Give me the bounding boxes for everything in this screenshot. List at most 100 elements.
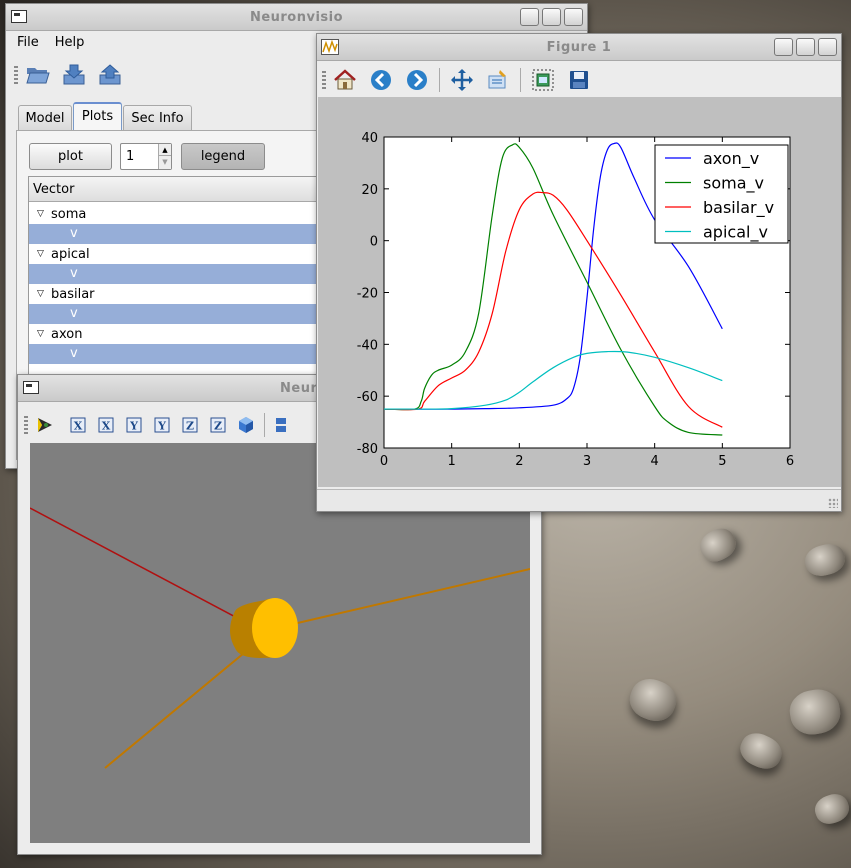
y-view-reverse-icon[interactable]: Y xyxy=(152,411,172,439)
y-tick-label: -40 xyxy=(357,338,378,353)
save-icon[interactable] xyxy=(565,66,593,94)
collapse-arrow-icon[interactable]: ▽ xyxy=(37,249,44,259)
tree-item-label: v xyxy=(70,266,78,281)
y-view-icon[interactable]: Y xyxy=(124,411,144,439)
vector-column-label: Vector xyxy=(33,182,75,197)
close-button[interactable] xyxy=(818,38,837,56)
x-view-label: X xyxy=(74,420,83,433)
tree-item-label: axon xyxy=(51,327,83,342)
export-icon[interactable] xyxy=(96,61,124,89)
legend-label: axon_v xyxy=(703,149,759,169)
orange-dendrite-right xyxy=(275,568,531,629)
figure-status-bar xyxy=(317,489,841,511)
forward-icon[interactable] xyxy=(403,66,431,94)
pan-icon[interactable] xyxy=(448,66,476,94)
z-view-icon[interactable]: Z xyxy=(180,411,200,439)
home-icon[interactable] xyxy=(331,66,359,94)
tab-model[interactable]: Model xyxy=(18,105,72,130)
tab-model-label: Model xyxy=(25,111,65,126)
legend-button-label: legend xyxy=(200,149,246,164)
figure-window-titlebar[interactable]: Figure 1 xyxy=(317,34,841,61)
y-view-label: Y xyxy=(129,420,138,433)
main-window-titlebar[interactable]: Neuronvisio xyxy=(6,4,587,31)
menu-help[interactable]: Help xyxy=(55,35,85,55)
figure-toolbar xyxy=(317,64,841,96)
layout-icon[interactable] xyxy=(273,411,289,439)
x-view-reverse-label: X xyxy=(102,420,111,433)
toolbar-separator xyxy=(439,68,440,92)
legend-button[interactable]: legend xyxy=(181,143,265,170)
z-view-reverse-icon[interactable]: Z xyxy=(208,411,228,439)
plot-button-label: plot xyxy=(58,149,83,164)
zoom-to-rect-icon[interactable] xyxy=(529,66,557,94)
y-tick-label: -80 xyxy=(357,442,378,457)
voltage-line-chart[interactable]: 0 1 2 3 4 5 6 40 20 0 -20 -40 -60 -80 axon_v soma_vbasi… xyxy=(318,97,841,487)
orange-dendrite-left xyxy=(104,638,262,769)
plot-count-value: 1 xyxy=(126,149,135,164)
soma-cylinder xyxy=(230,598,298,658)
window-menu-icon[interactable] xyxy=(23,381,39,394)
maximize-button[interactable] xyxy=(796,38,815,56)
cube-icon[interactable] xyxy=(236,411,256,439)
toolbar-grip[interactable] xyxy=(322,71,326,89)
red-dendrite xyxy=(29,507,259,630)
legend-label: apical_v xyxy=(703,223,768,243)
tree-item-label: apical xyxy=(51,247,90,262)
x-tick-label: 3 xyxy=(583,454,591,469)
figure-window-title: Figure 1 xyxy=(546,40,612,55)
minimize-button[interactable] xyxy=(774,38,793,56)
size-grip[interactable] xyxy=(828,498,838,508)
figure-canvas[interactable]: 0 1 2 3 4 5 6 40 20 0 -20 -40 -60 -80 axon_v soma_v basi… xyxy=(318,97,841,487)
tree-item-label: v xyxy=(70,306,78,321)
tab-sec-info-label: Sec Info xyxy=(131,111,184,126)
pebble-decoration xyxy=(694,523,742,567)
x-tick-label: 1 xyxy=(448,454,456,469)
main-window-title: Neuronvisio xyxy=(249,10,344,25)
open-folder-icon[interactable] xyxy=(24,61,52,89)
toolbar-grip[interactable] xyxy=(14,66,18,84)
y-tick-label: 40 xyxy=(361,131,378,146)
close-button[interactable] xyxy=(564,8,583,26)
collapse-arrow-icon[interactable]: ▽ xyxy=(37,329,44,339)
back-icon[interactable] xyxy=(367,66,395,94)
figure-window: Figure 1 0 1 2 3 4 5 6 40 20 0 -20 -40 -… xyxy=(316,33,842,512)
plot-count-spinbox[interactable]: 1 ▲ ▼ xyxy=(120,143,172,170)
legend-label: soma_v xyxy=(703,174,764,194)
tree-item-label: v xyxy=(70,226,78,241)
menu-file[interactable]: File xyxy=(17,35,39,55)
x-tick-label: 4 xyxy=(651,454,659,469)
y-tick-label: 0 xyxy=(370,235,378,250)
tab-sec-info[interactable]: Sec Info xyxy=(123,105,192,130)
tab-plots[interactable]: Plots xyxy=(73,102,122,130)
collapse-arrow-icon[interactable]: ▽ xyxy=(37,289,44,299)
x-tick-label: 0 xyxy=(380,454,388,469)
toolbar-separator xyxy=(520,68,521,92)
y-view-reverse-label: Y xyxy=(157,420,166,433)
pebble-decoration xyxy=(735,727,787,775)
legend-label: basilar_v xyxy=(703,198,774,218)
pebble-decoration xyxy=(801,540,849,580)
tree-item-label: basilar xyxy=(51,287,95,302)
maximize-button[interactable] xyxy=(542,8,561,26)
minimize-button[interactable] xyxy=(520,8,539,26)
tree-item-label: v xyxy=(70,346,78,361)
pebble-decoration xyxy=(811,790,851,828)
spin-up-button[interactable]: ▲ xyxy=(158,144,171,156)
configure-subplots-icon[interactable] xyxy=(484,66,512,94)
tab-plots-label: Plots xyxy=(81,109,114,124)
toolbar-grip[interactable] xyxy=(24,416,28,434)
pebble-decoration xyxy=(624,673,682,727)
spin-down-button[interactable]: ▼ xyxy=(158,156,171,169)
collapse-arrow-icon[interactable]: ▽ xyxy=(37,209,44,219)
y-tick-label: -60 xyxy=(357,390,378,405)
y-tick-label: 20 xyxy=(361,183,378,198)
pebble-decoration xyxy=(786,685,844,739)
x-tick-label: 2 xyxy=(515,454,523,469)
z-view-label: Z xyxy=(186,420,194,433)
x-tick-label: 5 xyxy=(718,454,726,469)
import-icon[interactable] xyxy=(60,61,88,89)
plot-button[interactable]: plot xyxy=(29,143,112,170)
x-view-icon[interactable]: X xyxy=(68,411,88,439)
pick-icon[interactable] xyxy=(34,411,56,439)
x-view-reverse-icon[interactable]: X xyxy=(96,411,116,439)
